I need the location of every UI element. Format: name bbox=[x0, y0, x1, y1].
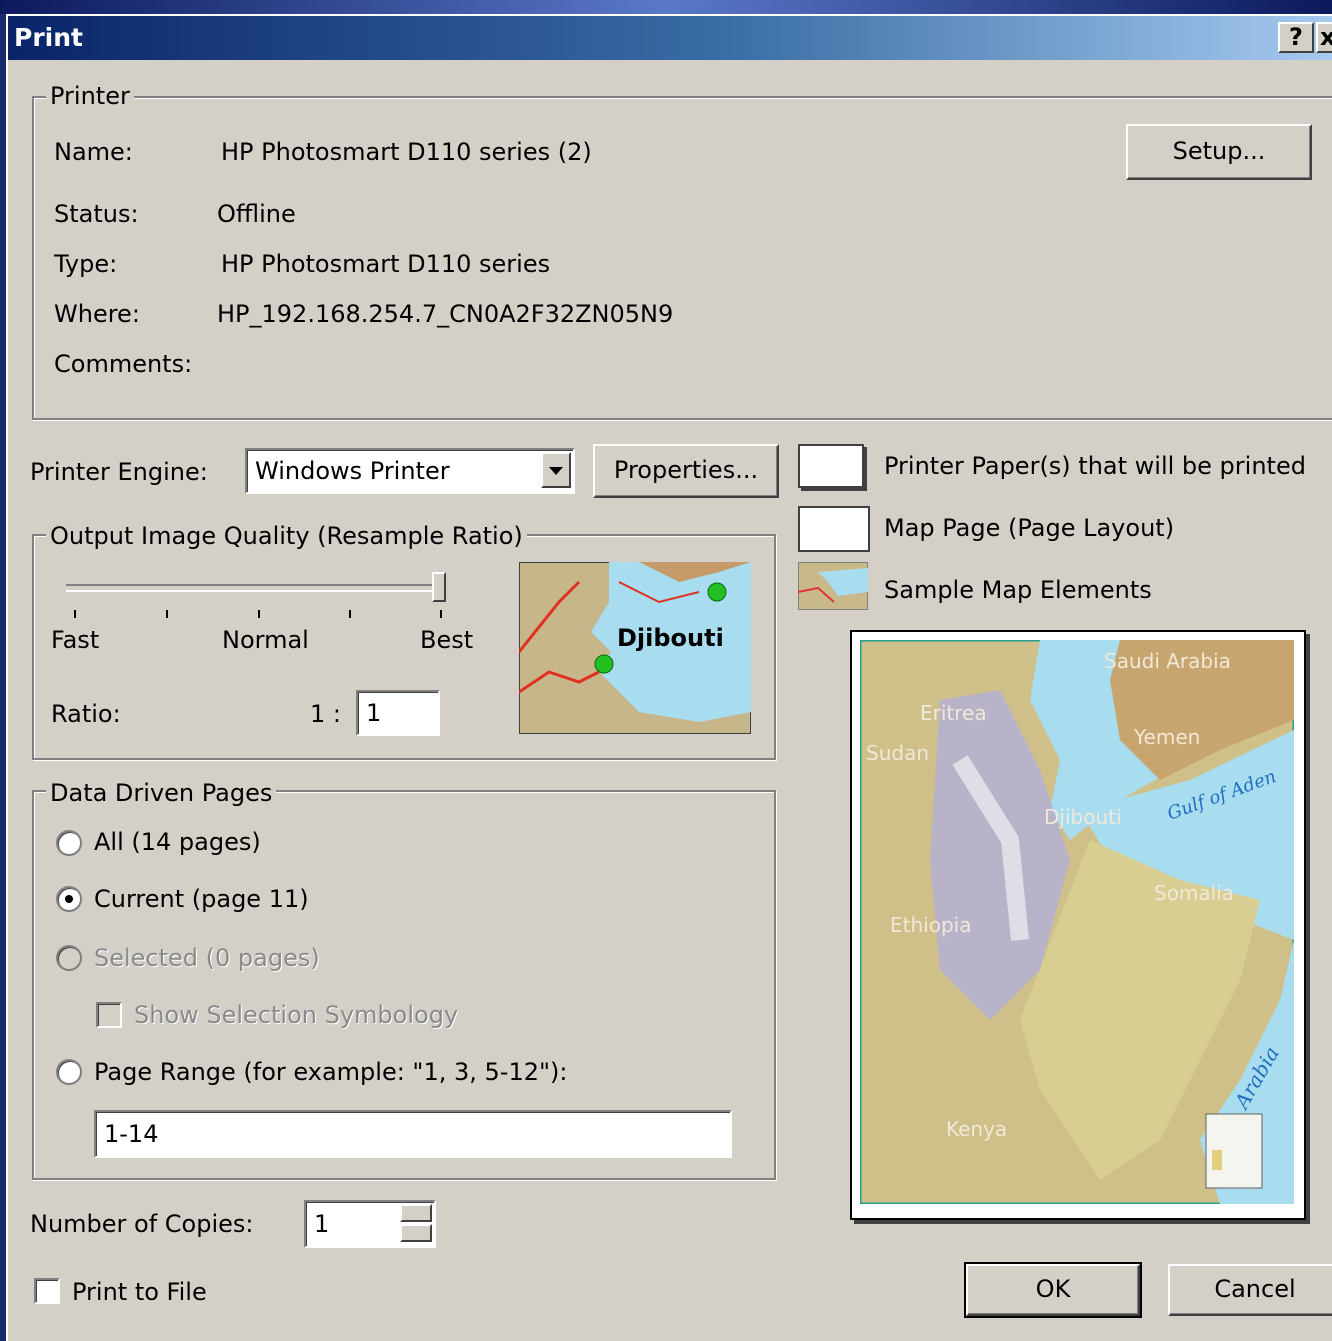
printer-engine-dropdown[interactable]: Windows Printer bbox=[245, 448, 575, 494]
data-driven-pages-title: Data Driven Pages bbox=[46, 779, 277, 807]
radio-all-pages[interactable] bbox=[56, 830, 82, 856]
legend-sample-label: Sample Map Elements bbox=[884, 576, 1152, 604]
properties-button[interactable]: Properties... bbox=[593, 444, 779, 498]
ratio-value: 1 bbox=[366, 699, 382, 727]
printer-engine-value: Windows Printer bbox=[255, 457, 450, 485]
map-label-yemen: Yemen bbox=[1133, 725, 1200, 749]
help-icon: ? bbox=[1289, 23, 1303, 51]
close-button[interactable]: x bbox=[1316, 22, 1332, 53]
map-label-djibouti: Djibouti bbox=[1044, 805, 1122, 829]
comments-label: Comments: bbox=[54, 350, 193, 378]
cancel-button[interactable]: Cancel bbox=[1168, 1264, 1332, 1316]
thumbnail-city-label: Djibouti bbox=[617, 624, 724, 652]
setup-button[interactable]: Setup... bbox=[1126, 124, 1312, 180]
ok-button[interactable]: OK bbox=[964, 1262, 1142, 1318]
preview-map: Saudi Arabia Eritrea Sudan Yemen Djibout… bbox=[860, 640, 1294, 1204]
slider-tick bbox=[349, 610, 351, 618]
show-selection-checkbox[interactable] bbox=[96, 1002, 122, 1028]
close-icon: x bbox=[1320, 24, 1332, 51]
copies-label: Number of Copies: bbox=[30, 1210, 254, 1238]
map-label-eritrea: Eritrea bbox=[920, 701, 987, 725]
fast-label: Fast bbox=[51, 626, 100, 654]
slider-tick bbox=[166, 610, 168, 618]
page-range-input[interactable]: 1-14 bbox=[94, 1110, 732, 1158]
where-label: Where: bbox=[54, 300, 140, 328]
status-value: Offline bbox=[217, 200, 296, 228]
printer-paper-swatch bbox=[798, 444, 864, 488]
title-bar: Print ? x bbox=[8, 16, 1332, 60]
slider-tick bbox=[258, 610, 260, 618]
radio-selected-pages[interactable] bbox=[56, 945, 82, 971]
dialog-title: Print bbox=[14, 23, 83, 52]
radio-current-page[interactable] bbox=[56, 886, 82, 912]
spin-up-icon[interactable] bbox=[400, 1204, 432, 1222]
page-range-value: 1-14 bbox=[104, 1120, 159, 1148]
type-label: Type: bbox=[54, 250, 118, 278]
normal-label: Normal bbox=[222, 626, 309, 654]
printer-group-title: Printer bbox=[46, 82, 134, 110]
name-label: Name: bbox=[54, 138, 133, 166]
map-label-kenya: Kenya bbox=[946, 1117, 1007, 1141]
copies-spinner[interactable]: 1 bbox=[304, 1200, 436, 1248]
print-to-file-checkbox[interactable] bbox=[34, 1278, 60, 1304]
status-label: Status: bbox=[54, 200, 139, 228]
copies-value: 1 bbox=[314, 1210, 330, 1238]
ratio-input[interactable]: 1 bbox=[356, 690, 440, 736]
radio-page-range[interactable] bbox=[56, 1059, 82, 1085]
map-label-ethiopia: Ethiopia bbox=[890, 913, 971, 937]
map-page-swatch bbox=[798, 506, 870, 552]
map-legend-swatch bbox=[1212, 1150, 1222, 1170]
ratio-prefix: 1 : bbox=[310, 700, 341, 728]
type-value: HP Photosmart D110 series bbox=[221, 250, 551, 278]
quality-slider-thumb[interactable] bbox=[432, 572, 446, 602]
help-button[interactable]: ? bbox=[1278, 22, 1314, 53]
slider-tick bbox=[74, 610, 76, 618]
selected-pages-label: Selected (0 pages) bbox=[94, 944, 320, 972]
show-selection-label: Show Selection Symbology bbox=[134, 1001, 459, 1029]
current-page-label: Current (page 11) bbox=[94, 885, 309, 913]
ratio-label: Ratio: bbox=[51, 700, 121, 728]
print-dialog: Print ? x Printer Name: HP Photosmart D1… bbox=[6, 14, 1332, 1341]
desktop-background bbox=[0, 0, 1332, 14]
sample-map-swatch bbox=[798, 562, 868, 610]
spin-down-icon[interactable] bbox=[400, 1224, 432, 1242]
quality-thumbnail-map: Djibouti bbox=[519, 562, 751, 734]
best-label: Best bbox=[420, 626, 474, 654]
page-preview: Saudi Arabia Eritrea Sudan Yemen Djibout… bbox=[850, 630, 1306, 1220]
all-pages-label: All (14 pages) bbox=[94, 828, 261, 856]
page-range-label: Page Range (for example: "1, 3, 5-12"): bbox=[94, 1058, 568, 1086]
map-label-sudan: Sudan bbox=[866, 741, 929, 765]
chevron-down-icon[interactable] bbox=[541, 452, 571, 488]
legend-map-page-label: Map Page (Page Layout) bbox=[884, 514, 1175, 542]
quality-slider-track[interactable] bbox=[66, 584, 446, 592]
legend-paper-label: Printer Paper(s) that will be printed bbox=[884, 452, 1306, 480]
printer-engine-label: Printer Engine: bbox=[30, 458, 208, 486]
slider-tick bbox=[440, 610, 442, 618]
map-label-saudi-arabia: Saudi Arabia bbox=[1104, 649, 1231, 673]
print-to-file-label: Print to File bbox=[72, 1278, 207, 1306]
where-value: HP_192.168.254.7_CN0A2F32ZN05N9 bbox=[217, 300, 674, 328]
map-label-somalia: Somalia bbox=[1154, 881, 1234, 905]
printer-name-value: HP Photosmart D110 series (2) bbox=[221, 138, 592, 166]
output-quality-title: Output Image Quality (Resample Ratio) bbox=[46, 522, 527, 550]
